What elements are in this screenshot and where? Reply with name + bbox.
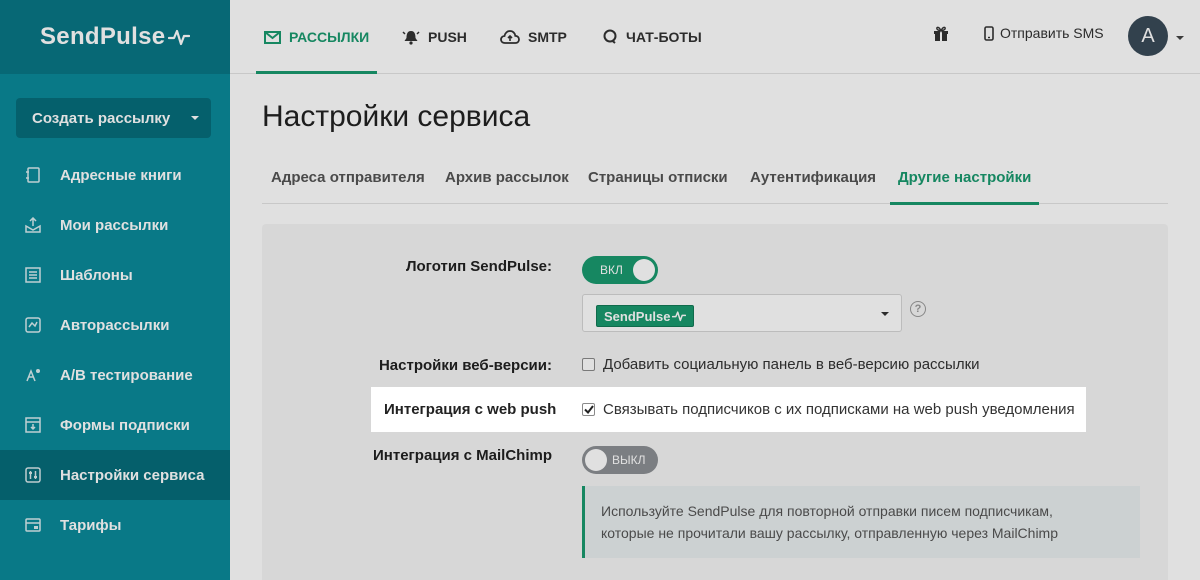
bell-icon <box>402 29 420 45</box>
pricing-icon <box>24 516 42 534</box>
logo-setting-label: Логотип SendPulse: <box>405 258 552 275</box>
sidebar: SendPulse Создать рассылку Адресные книг… <box>0 0 230 580</box>
tab-label: Аутентификация <box>750 168 877 186</box>
sidebar-item-label: Адресные книги <box>60 166 182 184</box>
mailing-icon <box>24 216 42 234</box>
web-push-highlight: Интеграция с web push Связывать подписчи… <box>371 387 1086 432</box>
web-push-checkbox[interactable] <box>582 403 595 416</box>
pulse-icon <box>168 29 191 46</box>
sidebar-item-templates[interactable]: Шаблоны <box>0 250 230 300</box>
chevron-down-icon[interactable] <box>191 116 199 120</box>
chevron-down-icon <box>881 312 889 316</box>
social-panel-checkbox-label: Добавить социальную панель в веб-версию … <box>603 356 980 373</box>
tab-other-settings[interactable]: Другие настройки <box>889 150 1040 205</box>
sidebar-item-label: Настройки сервиса <box>60 466 205 484</box>
sidebar-item-autoresponders[interactable]: Авторассылки <box>0 300 230 350</box>
tab-sender-addresses[interactable]: Адреса отправителя <box>271 150 425 204</box>
topnav-label: PUSH <box>428 29 467 45</box>
logo-toggle[interactable]: ВКЛ <box>582 256 658 284</box>
sidebar-item-ab-testing[interactable]: A/B тестирование <box>0 350 230 400</box>
sidebar-item-label: Авторассылки <box>60 316 170 334</box>
phone-icon <box>984 25 994 41</box>
sidebar-item-label: A/B тестирование <box>60 366 193 384</box>
sidebar-item-service-settings[interactable]: Настройки сервиса <box>0 450 230 500</box>
topnav-label: SMTP <box>528 29 567 45</box>
sidebar-item-subscription-forms[interactable]: Формы подписки <box>0 400 230 450</box>
sidebar-item-label: Мои рассылки <box>60 216 169 234</box>
avatar[interactable]: A <box>1128 16 1168 56</box>
ab-test-icon <box>24 366 42 384</box>
chevron-down-icon[interactable] <box>1176 36 1184 40</box>
settings-icon <box>24 466 42 484</box>
address-book-icon <box>24 166 42 184</box>
topnav-label: ЧАТ-БОТЫ <box>626 29 702 45</box>
web-push-checkbox-row[interactable]: Связывать подписчиков с их подписками на… <box>582 387 1075 432</box>
topnav-smtp[interactable]: SMTP <box>500 0 567 74</box>
sidebar-nav: Адресные книги Мои рассылки Шаблоны Авто… <box>0 150 230 550</box>
logo-text: SendPulse <box>40 23 166 50</box>
mailchimp-integration-label: Интеграция с MailChimp <box>373 447 552 464</box>
mail-icon <box>264 30 281 44</box>
web-push-integration-label: Интеграция с web push <box>384 401 557 418</box>
cloud-icon <box>500 30 520 44</box>
checkmark-icon <box>583 405 594 414</box>
topnav-mailings[interactable]: РАССЫЛКИ <box>255 0 378 74</box>
info-line: которые не прочитали вашу рассылку, отпр… <box>601 525 1059 541</box>
tab-label: Адреса отправителя <box>271 168 425 186</box>
topnav-chatbots[interactable]: ЧАТ-БОТЫ <box>602 0 702 74</box>
chat-icon <box>602 29 618 45</box>
web-version-label: Настройки веб-версии: <box>378 357 552 374</box>
tab-label: Другие настройки <box>898 168 1032 186</box>
page-title: Настройки сервиса <box>262 100 531 133</box>
topnav-push[interactable]: PUSH <box>402 0 467 74</box>
toggle-knob <box>585 449 607 471</box>
tab-authentication[interactable]: Аутентификация <box>750 150 876 204</box>
logo[interactable]: SendPulse <box>0 0 230 74</box>
sidebar-item-pricing[interactable]: Тарифы <box>0 500 230 550</box>
sidebar-item-label: Формы подписки <box>60 416 190 434</box>
avatar-letter: A <box>1141 24 1155 47</box>
forms-icon <box>24 416 42 434</box>
send-sms-label: Отправить SMS <box>1000 25 1104 41</box>
pulse-icon <box>672 311 687 322</box>
gift-icon[interactable] <box>933 25 949 47</box>
tab-unsubscribe-pages[interactable]: Страницы отписки <box>588 150 728 204</box>
social-panel-checkbox-row[interactable]: Добавить социальную панель в веб-версию … <box>582 356 980 373</box>
tab-campaign-archive[interactable]: Архив рассылок <box>445 150 569 204</box>
sidebar-item-address-books[interactable]: Адресные книги <box>0 150 230 200</box>
create-campaign-label: Создать рассылку <box>32 109 171 127</box>
tab-label: Страницы отписки <box>588 168 728 186</box>
automation-icon <box>24 316 42 334</box>
mailchimp-info-box: Используйте SendPulse для повторной отпр… <box>582 486 1140 558</box>
social-panel-checkbox[interactable] <box>582 358 595 371</box>
sidebar-item-label: Шаблоны <box>60 266 133 284</box>
sidebar-item-label: Тарифы <box>60 516 122 534</box>
selected-logo-text: SendPulse <box>604 308 671 324</box>
create-campaign-button[interactable]: Создать рассылку <box>16 98 211 138</box>
sidebar-item-my-campaigns[interactable]: Мои рассылки <box>0 200 230 250</box>
settings-tabs: Адреса отправителя Архив рассылок Страни… <box>262 150 1168 205</box>
top-bar: РАССЫЛКИ PUSH SMTP ЧАТ-БОТЫ Отправить SM… <box>230 0 1200 74</box>
logo-select[interactable]: SendPulse <box>582 294 902 332</box>
help-icon[interactable]: ? <box>910 301 926 317</box>
selected-logo-badge: SendPulse <box>596 305 695 327</box>
mailchimp-toggle[interactable]: ВЫКЛ <box>582 446 658 474</box>
tab-label: Архив рассылок <box>445 168 569 186</box>
toggle-text: ВЫКЛ <box>612 453 646 467</box>
send-sms-link[interactable]: Отправить SMS <box>984 0 1104 66</box>
info-line: Используйте SendPulse для повторной отпр… <box>601 503 1053 519</box>
templates-icon <box>24 266 42 284</box>
topnav-label: РАССЫЛКИ <box>289 29 370 45</box>
web-push-checkbox-label: Связывать подписчиков с их подписками на… <box>603 401 1075 418</box>
toggle-text: ВКЛ <box>600 263 623 277</box>
toggle-knob <box>633 259 655 281</box>
